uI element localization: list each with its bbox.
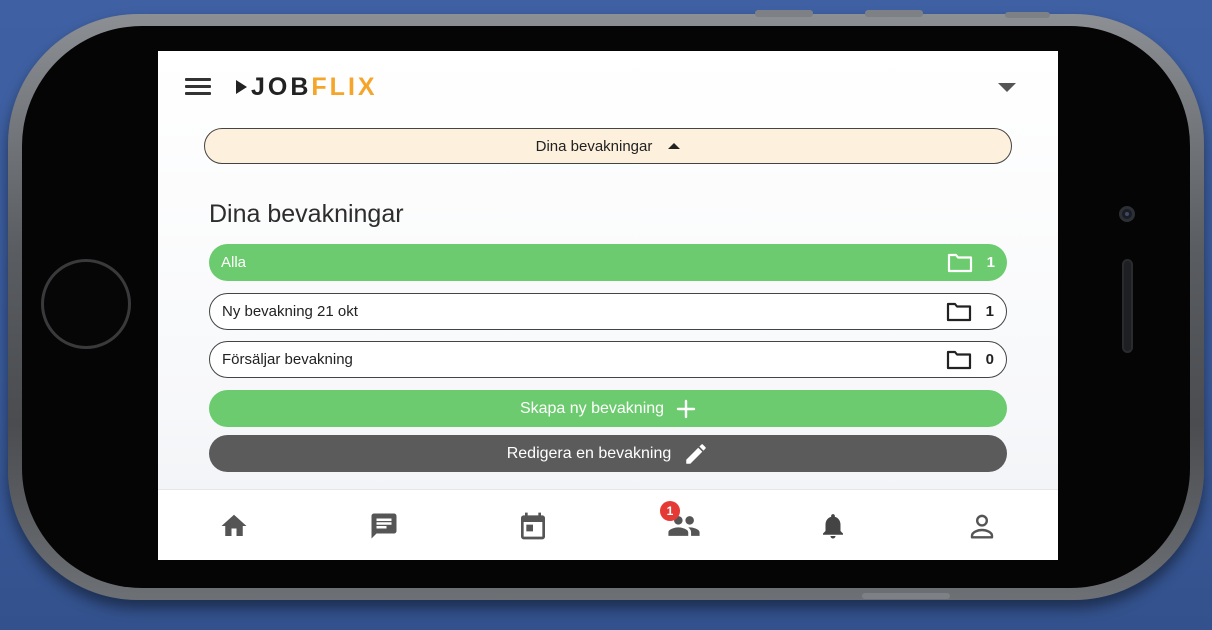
phone-side-button xyxy=(755,10,813,17)
chat-icon[interactable] xyxy=(364,508,404,544)
home-icon[interactable] xyxy=(214,508,254,544)
create-watchlist-label: Skapa ny bevakning xyxy=(519,399,665,417)
phone-side-button xyxy=(862,593,950,599)
pencil-icon xyxy=(683,441,709,467)
create-watchlist-button[interactable]: Skapa ny bevakning xyxy=(209,390,1007,427)
caret-up-icon xyxy=(668,143,681,149)
watchlist-item[interactable]: Försäljar bevakning 0 xyxy=(209,341,1007,378)
notification-badge: 1 xyxy=(660,501,680,521)
calendar-icon[interactable] xyxy=(513,508,553,544)
watchlist-item-count: 0 xyxy=(985,351,994,368)
watchlist-item-label: Ny bevakning 21 okt xyxy=(222,303,358,320)
watchlist-toggle-label: Dina bevakningar xyxy=(535,137,653,155)
bell-icon[interactable] xyxy=(813,508,853,544)
folder-icon xyxy=(946,350,972,370)
edit-watchlist-button[interactable]: Redigera en bevakning xyxy=(209,435,1007,472)
watchlist-toggle-button[interactable]: Dina bevakningar xyxy=(204,128,1012,164)
front-camera xyxy=(1119,206,1135,222)
logo-text-prefix: JOB xyxy=(251,72,312,101)
watchlist-item-label: Försäljar bevakning xyxy=(222,351,353,368)
profile-icon[interactable] xyxy=(962,508,1002,544)
chevron-down-icon[interactable] xyxy=(998,83,1016,92)
app-screen: JOB FLIX Dina bevakningar Dina bevakning… xyxy=(158,51,1058,560)
watchlist-item-all[interactable]: Alla 1 xyxy=(209,244,1007,281)
phone-side-button xyxy=(865,10,923,17)
section-title: Dina bevakningar xyxy=(209,200,404,228)
people-icon[interactable]: 1 xyxy=(660,501,704,544)
speaker-grille xyxy=(1122,259,1133,353)
top-bar: JOB FLIX xyxy=(158,51,1058,121)
home-hardware-button[interactable] xyxy=(41,259,131,349)
bottom-navigation: 1 xyxy=(158,489,1058,560)
edit-watchlist-label: Redigera en bevakning xyxy=(506,444,672,462)
folder-icon xyxy=(946,302,972,322)
logo-text-suffix: FLIX xyxy=(311,72,378,101)
app-logo: JOB FLIX xyxy=(236,72,378,102)
hamburger-menu-icon[interactable] xyxy=(185,78,211,98)
watchlist-item[interactable]: Ny bevakning 21 okt 1 xyxy=(209,293,1007,330)
play-icon xyxy=(236,80,247,94)
watchlist-item-count: 1 xyxy=(985,303,994,320)
watchlist-item-label: Alla xyxy=(221,254,247,271)
phone-side-button xyxy=(1005,12,1050,18)
folder-icon xyxy=(947,253,973,273)
plus-icon xyxy=(676,399,696,419)
watchlist-item-count: 1 xyxy=(986,254,995,271)
